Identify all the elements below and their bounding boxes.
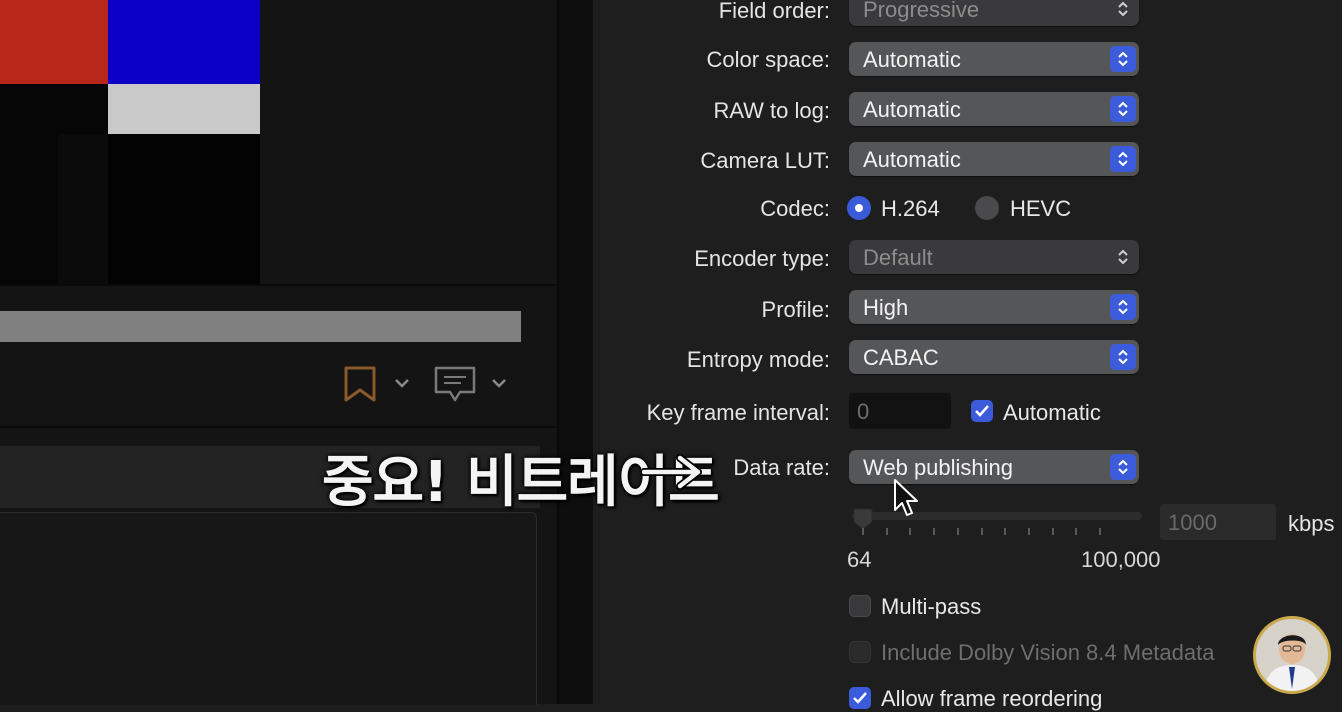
divider (0, 284, 557, 286)
encoder-type-label: Encoder type: (694, 246, 830, 271)
chevron-down-icon[interactable] (394, 376, 410, 390)
camera-lut-popup[interactable]: Automatic (849, 142, 1139, 176)
codec-radio-hevc[interactable] (975, 196, 999, 220)
slider-tick (980, 528, 983, 535)
entropy-mode-value: CABAC (863, 345, 939, 370)
color-bar-white (108, 84, 260, 134)
inspector-body (0, 512, 537, 705)
slider-tick (1051, 528, 1054, 535)
color-bar-red (0, 0, 108, 84)
updown-chevron-icon (1110, 0, 1136, 22)
color-space-popup[interactable]: Automatic (849, 42, 1139, 76)
data-rate-label: Data rate: (733, 455, 830, 480)
field-order-label: Field order: (718, 0, 830, 23)
slider-min-label: 64 (847, 547, 872, 572)
updown-chevron-icon (1110, 244, 1136, 270)
color-space-value: Automatic (863, 47, 961, 72)
updown-chevron-icon (1110, 46, 1136, 72)
slider-tick (1004, 528, 1007, 535)
scrub-bar[interactable] (0, 311, 521, 342)
data-rate-field-value: 1000 (1168, 510, 1217, 535)
profile-popup[interactable]: High (849, 290, 1139, 324)
profile-value: High (863, 295, 909, 320)
right-arrow-icon (642, 454, 702, 490)
data-rate-field[interactable]: 1000 (1160, 504, 1276, 540)
slider-tick (1075, 528, 1078, 535)
field-order-popup: Progressive (849, 0, 1139, 26)
color-bar-dark-gray (58, 134, 108, 284)
field-order-value: Progressive (863, 0, 980, 22)
key-frame-interval-field[interactable]: 0 (849, 393, 951, 429)
color-bar-black-2 (108, 134, 260, 284)
camera-lut-value: Automatic (863, 147, 961, 172)
multi-pass-checkbox[interactable] (849, 595, 871, 617)
codec-radio-h264[interactable] (847, 196, 871, 220)
profile-label: Profile: (761, 297, 830, 322)
color-space-label: Color space: (706, 47, 830, 72)
key-frame-automatic-checkbox[interactable] (971, 400, 993, 422)
slider-tick (933, 528, 936, 535)
slider-tick (862, 528, 864, 535)
slider-max-label: 100,000 (1081, 547, 1161, 572)
slider-tick (885, 528, 888, 535)
checkmark-icon (975, 405, 989, 417)
slider-tick (909, 528, 912, 535)
entropy-mode-label: Entropy mode: (686, 347, 830, 372)
slider-tick (956, 528, 959, 535)
frame-reordering-checkbox[interactable] (849, 687, 871, 709)
codec-label: Codec: (760, 196, 830, 221)
bookmark-icon[interactable] (343, 366, 377, 402)
frame-reordering-label[interactable]: Allow frame reordering (881, 686, 1102, 712)
color-bar-blue (108, 0, 260, 84)
dolby-vision-checkbox (849, 641, 871, 663)
key-frame-interval-value: 0 (857, 399, 870, 424)
divider (0, 426, 557, 428)
data-rate-value: Web publishing (863, 455, 1014, 480)
raw-to-log-popup[interactable]: Automatic (849, 92, 1139, 126)
codec-option-hevc[interactable]: HEVC (1010, 196, 1071, 222)
slider-tick (1099, 528, 1101, 535)
comment-icon[interactable] (433, 365, 477, 403)
encoder-type-value: Default (863, 245, 933, 270)
updown-chevron-icon (1110, 294, 1136, 320)
updown-chevron-icon (1110, 96, 1136, 122)
codec-option-h264[interactable]: H.264 (881, 196, 940, 222)
encoder-type-popup: Default (849, 240, 1139, 274)
slider-tick (1027, 528, 1030, 535)
updown-chevron-icon (1110, 146, 1136, 172)
chevron-down-icon[interactable] (491, 376, 507, 390)
updown-chevron-icon (1110, 454, 1136, 480)
presenter-avatar (1253, 616, 1331, 694)
dolby-vision-label: Include Dolby Vision 8.4 Metadata (881, 640, 1215, 665)
key-frame-interval-label: Key frame interval: (646, 400, 830, 425)
camera-lut-label: Camera LUT: (700, 148, 830, 173)
raw-to-log-value: Automatic (863, 97, 961, 122)
panel-splitter[interactable] (557, 0, 593, 704)
entropy-mode-popup[interactable]: CABAC (849, 340, 1139, 374)
updown-chevron-icon (1110, 344, 1136, 370)
person-icon (1256, 619, 1328, 691)
multi-pass-label[interactable]: Multi-pass (881, 594, 981, 620)
mouse-cursor-icon (894, 479, 918, 516)
data-rate-unit: kbps (1288, 511, 1335, 536)
viewer-panel (0, 0, 557, 705)
key-frame-automatic-label[interactable]: Automatic (1003, 400, 1101, 426)
raw-to-log-label: RAW to log: (713, 98, 830, 123)
